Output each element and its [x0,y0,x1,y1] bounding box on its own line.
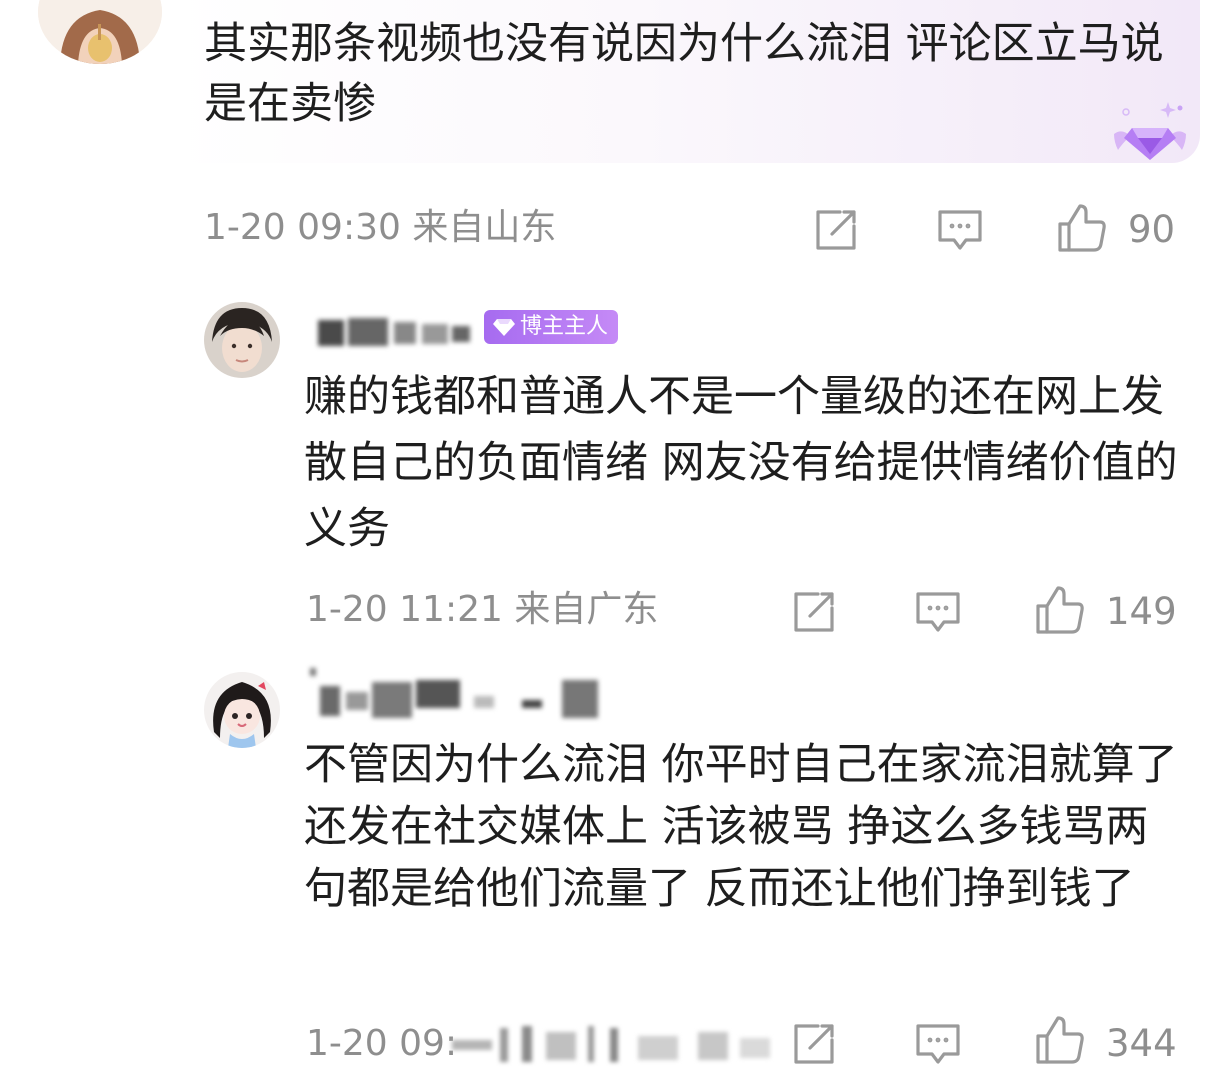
avatar[interactable] [204,302,280,378]
diamond-wing-icon [1108,98,1192,166]
blurred-location [448,1022,778,1066]
like-count: 90 [1128,208,1176,251]
avatar[interactable] [204,672,280,748]
blogger-badge: 博主主人 [484,310,619,344]
comment-text: 其实那条视频也没有说因为什么流泪 评论区立马说是在卖惨 [204,19,1164,129]
diamond-icon [493,319,515,336]
share-icon[interactable] [790,1020,838,1068]
comment-icon[interactable] [914,1020,962,1068]
like-count: 344 [1106,1022,1177,1065]
blurred-username [318,316,478,350]
blurred-username [306,666,606,722]
comment-meta: 1-20 09: [306,1023,458,1064]
comment-meta: 1-20 11:21 来自广东 [306,589,659,630]
like-count: 149 [1106,590,1177,633]
comment-text: 不管因为什么流泪 你平时自己在家流泪就算了 还发在社交媒体上 活该被骂 挣这么多… [304,740,1178,914]
thumbs-up-icon[interactable] [1034,584,1086,636]
blogger-badge-label: 博主主人 [520,314,609,339]
comment-icon[interactable] [914,588,962,636]
comment-icon[interactable] [936,206,984,254]
share-icon[interactable] [812,206,860,254]
comment-meta: 1-20 09:30 来自山东 [204,207,557,248]
thumbs-up-icon[interactable] [1034,1014,1086,1066]
comment-text: 赚的钱都和普通人不是一个量级的还在网上发散自己的负面情绪 网友没有给提供情绪价值… [304,372,1178,554]
avatar[interactable] [38,0,162,64]
thumbs-up-icon[interactable] [1056,202,1108,254]
share-icon[interactable] [790,588,838,636]
